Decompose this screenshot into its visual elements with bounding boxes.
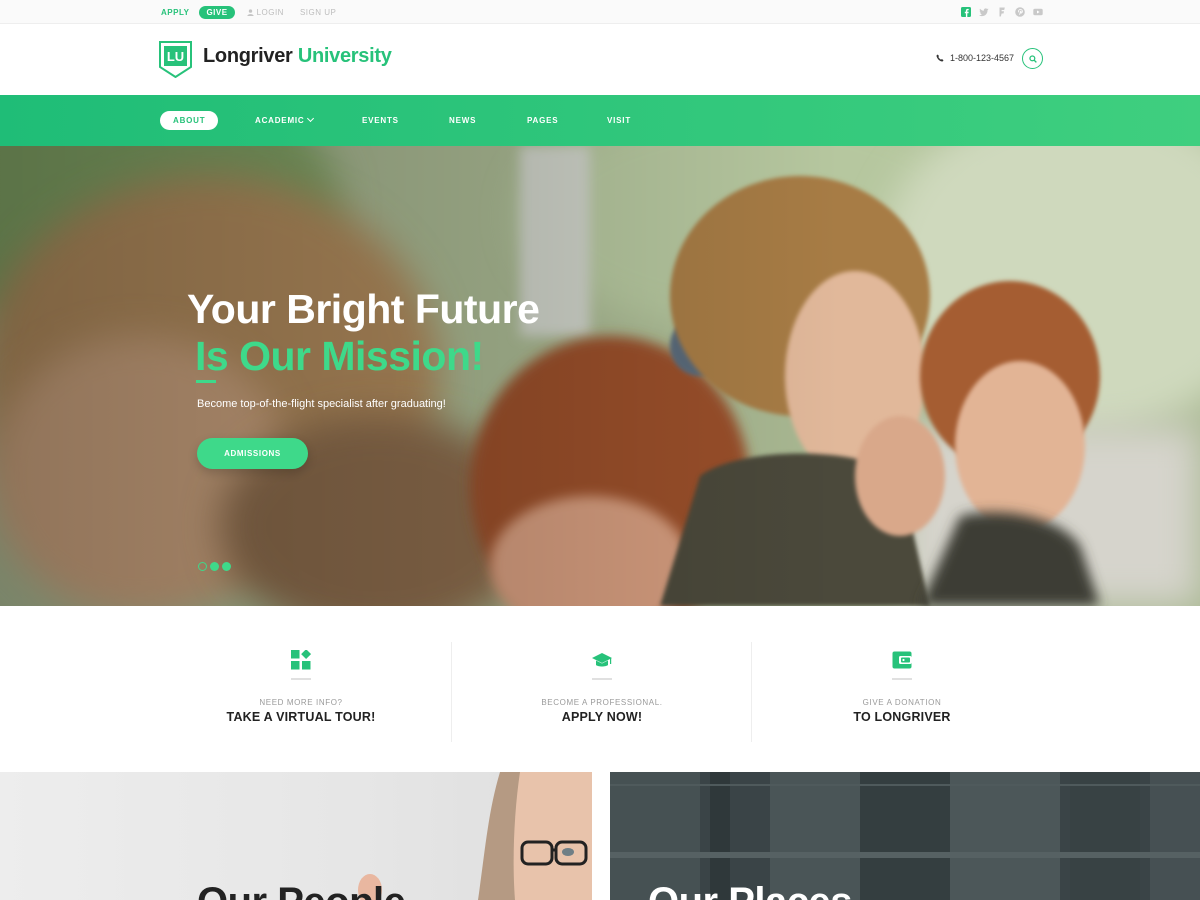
our-people-card[interactable]: Our People [0,772,592,900]
nav-item-events[interactable]: EVENTS [362,111,399,130]
pinterest-icon[interactable] [1014,6,1025,17]
nav-item-visit[interactable]: VISIT [607,111,631,130]
feature-title: TO LONGRIVER [853,710,951,724]
brand-second-word: University [297,45,392,67]
phone-contact[interactable]: 1-800-123-4567 [936,53,1014,63]
our-places-card[interactable]: Our Places [610,772,1200,900]
feature-divider [592,678,612,680]
feature-divider [291,678,311,680]
admissions-button[interactable]: ADMISSIONS [197,438,308,469]
main-navigation: ABOUT ACADEMIC EVENTS NEWS PAGES VISIT [0,95,1200,146]
wallet-icon [892,651,912,669]
nav-item-label: VISIT [607,116,632,125]
feature-title: TAKE A VIRTUAL TOUR! [226,710,376,724]
twitter-icon[interactable] [978,6,989,17]
site-brand[interactable]: Longriver University [203,45,392,68]
phone-number: 1-800-123-4567 [950,53,1015,63]
logo-monogram: LU [167,49,184,64]
apply-link[interactable]: APPLY [161,8,189,17]
nav-item-pages[interactable]: PAGES [527,111,558,130]
nav-item-label: EVENTS [362,116,399,125]
apps-icon [291,650,311,670]
brand-first-word: Longriver [203,45,293,67]
feature-caption: GIVE A DONATION [862,698,942,707]
hero-title-line-2: Is Our Mission! [195,333,484,379]
nav-item-label: PAGES [527,116,559,125]
feature-donation[interactable]: GIVE A DONATION TO LONGRIVER [751,642,1051,742]
card-title: Our Places [648,880,853,900]
slider-dot-1[interactable] [198,562,207,571]
give-button[interactable]: GIVE [199,5,235,19]
signup-link[interactable]: SIGN UP [300,8,336,17]
feature-caption: NEED MORE INFO? [259,698,343,707]
nav-item-label: NEWS [449,116,477,125]
search-icon [1028,54,1037,63]
feature-apply-now[interactable]: BECOME A PROFESSIONAL. APPLY NOW! [451,642,751,742]
slider-dot-2[interactable] [210,562,219,571]
site-header: LU Longriver University 1-800-123-4567 [0,24,1200,95]
graduation-cap-icon [592,653,612,667]
chevron-down-icon [306,114,314,123]
feature-virtual-tour[interactable]: NEED MORE INFO? TAKE A VIRTUAL TOUR! [151,642,451,742]
login-link[interactable]: LOGIN [246,7,284,17]
features-row: NEED MORE INFO? TAKE A VIRTUAL TOUR! BEC… [0,606,1200,772]
slider-pagination [198,562,231,571]
hero-title-line-1: Your Bright Future [187,286,540,332]
nav-item-news[interactable]: NEWS [449,111,476,130]
feature-title: APPLY NOW! [561,710,643,724]
social-links [960,6,1043,17]
hero-subtitle: Become top-of-the-flight specialist afte… [197,398,446,410]
search-button[interactable] [1022,48,1043,69]
hero-slider: Your Bright Future Is Our Mission! Becom… [0,146,1200,606]
user-icon [246,8,254,16]
card-title: Our People [197,880,406,900]
nav-item-label: ABOUT [173,116,206,125]
youtube-icon[interactable] [1032,6,1043,17]
phone-icon [936,54,944,62]
university-shield-logo[interactable]: LU [159,41,192,78]
utility-links: APPLY GIVE LOGIN SIGN UP [161,0,352,24]
feature-caption: BECOME A PROFESSIONAL. [541,698,663,707]
nav-item-academic[interactable]: ACADEMIC [255,111,314,130]
foursquare-icon[interactable] [996,6,1007,17]
feature-divider [892,678,912,680]
hero-title-underline [196,380,216,383]
top-utility-bar: APPLY GIVE LOGIN SIGN UP [0,0,1200,24]
hero-overlay [0,146,1200,606]
nav-item-about[interactable]: ABOUT [160,111,219,130]
login-label: LOGIN [256,7,284,17]
slider-dot-3[interactable] [222,562,231,571]
facebook-icon[interactable] [960,6,971,17]
nav-item-label: ACADEMIC [255,116,305,125]
